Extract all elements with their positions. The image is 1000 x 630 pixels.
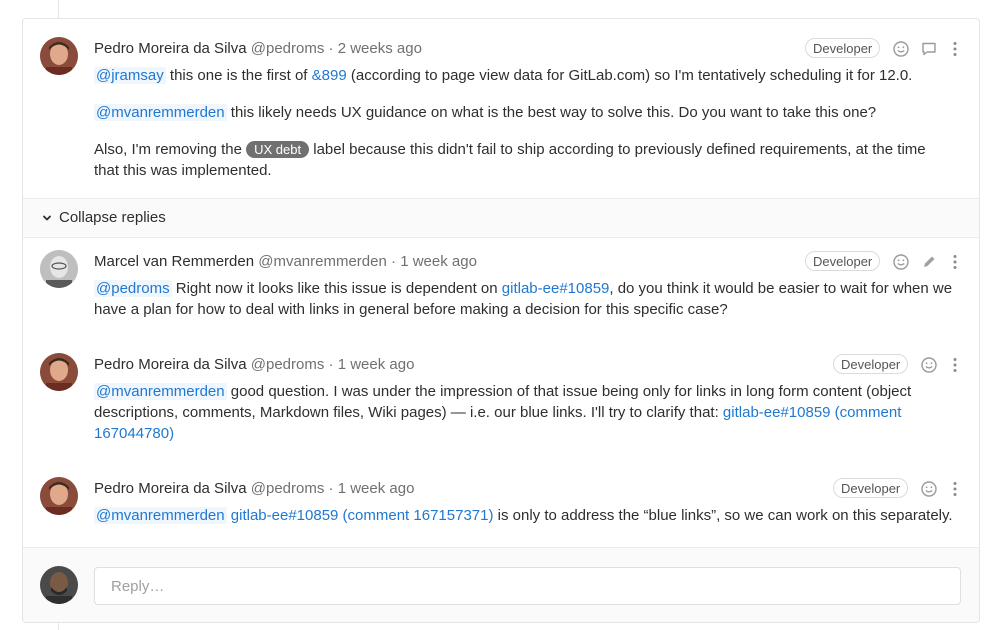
current-user-avatar[interactable] (40, 566, 78, 604)
text-span: (according to page view data for GitLab.… (346, 67, 913, 84)
author-name[interactable]: Marcel van Remmerden (94, 253, 254, 270)
author-name[interactable]: Pedro Moreira da Silva (94, 40, 247, 57)
avatar[interactable] (40, 37, 78, 75)
author-name[interactable]: Pedro Moreira da Silva (94, 356, 247, 373)
label-ux-debt[interactable]: UX debt (246, 141, 310, 158)
avatar-pedro-image (40, 477, 78, 515)
text-span: Right now it looks like this issue is de… (171, 280, 502, 297)
author-handle[interactable]: @pedroms (251, 40, 325, 57)
discussion-thread: Pedro Moreira da Silva @pedroms · 2 week… (22, 18, 980, 623)
issue-link[interactable]: gitlab-ee#10859 (502, 280, 610, 297)
timestamp[interactable]: 1 week ago (338, 356, 415, 373)
avatar[interactable] (40, 353, 78, 391)
note-paragraph-3: Also, I'm removing the UX debt label bec… (94, 139, 954, 181)
kebab-menu-icon[interactable] (946, 40, 964, 58)
timestamp[interactable]: 1 week ago (400, 253, 477, 270)
user-mention[interactable]: @mvanremmerden (94, 104, 227, 121)
note-paragraph: @mvanremmerden good question. I was unde… (94, 381, 954, 444)
text-span: this one is the first of (165, 67, 312, 84)
comment-link[interactable]: gitlab-ee#10859 (comment 167157371) (231, 507, 494, 524)
text-span: this likely needs UX guidance on what is… (226, 104, 877, 121)
collapse-replies-button[interactable]: Collapse replies (23, 198, 979, 238)
note-body: @mvanremmerden gitlab-ee#10859 (comment … (94, 505, 954, 526)
timeline-line (58, 0, 59, 18)
smiley-icon[interactable] (892, 40, 910, 58)
user-mention[interactable]: @mvanremmerden (94, 383, 227, 400)
pencil-icon[interactable] (920, 253, 938, 271)
avatar[interactable] (40, 250, 78, 288)
user-mention[interactable]: @jramsay (94, 67, 166, 84)
author-handle[interactable]: @mvanremmerden (258, 253, 387, 270)
timestamp[interactable]: 1 week ago (338, 480, 415, 497)
separator: · (324, 480, 338, 497)
text-span: is only to address the “blue links”, so … (493, 507, 953, 524)
smiley-icon[interactable] (892, 253, 910, 271)
note-header: Marcel van Remmerden @mvanremmerden · 1 … (94, 250, 477, 274)
reply-area (23, 547, 979, 622)
user-mention[interactable]: @mvanremmerden (94, 507, 227, 524)
timeline-line (58, 622, 59, 630)
avatar[interactable] (40, 477, 78, 515)
avatar-marcel-image (40, 250, 78, 288)
note-paragraph: @pedroms Right now it looks like this is… (94, 278, 954, 320)
role-badge: Developer (833, 354, 909, 374)
note-header: Pedro Moreira da Silva @pedroms · 2 week… (94, 37, 422, 61)
note-body: @mvanremmerden good question. I was unde… (94, 381, 954, 444)
note-body: @jramsay this one is the first of &899 (… (94, 65, 954, 181)
epic-link[interactable]: &899 (312, 67, 347, 84)
note-header: Pedro Moreira da Silva @pedroms · 1 week… (94, 353, 414, 377)
separator: · (324, 356, 338, 373)
note-paragraph-1: @jramsay this one is the first of &899 (… (94, 65, 954, 86)
author-name[interactable]: Pedro Moreira da Silva (94, 480, 247, 497)
author-handle[interactable]: @pedroms (251, 480, 325, 497)
note-header: Pedro Moreira da Silva @pedroms · 1 week… (94, 477, 414, 501)
user-mention[interactable]: @pedroms (94, 280, 172, 297)
role-badge: Developer (833, 478, 909, 498)
smiley-icon[interactable] (920, 480, 938, 498)
kebab-menu-icon[interactable] (946, 253, 964, 271)
text-span: Also, I'm removing the (94, 141, 247, 158)
collapse-replies-label: Collapse replies (59, 209, 166, 226)
separator: · (386, 253, 401, 270)
role-badge: Developer (805, 251, 881, 271)
smiley-icon[interactable] (920, 356, 938, 374)
chevron-down-icon (43, 215, 51, 221)
note-paragraph-2: @mvanremmerden this likely needs UX guid… (94, 102, 954, 123)
timestamp[interactable]: 2 weeks ago (338, 40, 422, 57)
avatar-pedro-image (40, 37, 78, 75)
role-badge: Developer (805, 38, 881, 58)
kebab-menu-icon[interactable] (946, 356, 964, 374)
avatar-pedro-image (40, 353, 78, 391)
reply-input[interactable] (94, 567, 961, 605)
comment-icon[interactable] (920, 40, 938, 58)
separator: · (324, 40, 338, 57)
avatar-current-user-image (40, 566, 78, 604)
note-paragraph: @mvanremmerden gitlab-ee#10859 (comment … (94, 505, 954, 526)
note-body: @pedroms Right now it looks like this is… (94, 278, 954, 320)
kebab-menu-icon[interactable] (946, 480, 964, 498)
author-handle[interactable]: @pedroms (251, 356, 325, 373)
